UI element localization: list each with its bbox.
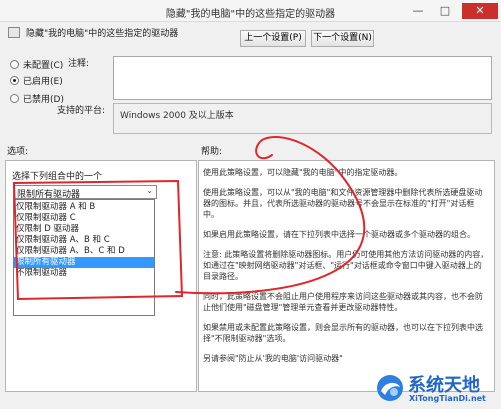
drive-dropdown-list: 仅限制驱动器 A 和 B 仅限制驱动器 C 仅限制 D 驱动器 仅限制驱动器 A… — [13, 199, 155, 316]
watermark-logo-icon — [377, 375, 403, 401]
radio-label: 已启用(E) — [23, 77, 63, 87]
radio-circle[interactable] — [10, 60, 19, 69]
options-section-label: 选项: — [7, 147, 29, 157]
options-title: 选择下列组合中的一个 — [12, 172, 103, 182]
help-panel: 使用此策略设置，可以隐藏"我的电脑"中的指定驱动器。 使用此策略设置，可以从"我… — [198, 160, 495, 392]
help-paragraph: 如果禁用或未配置此策略设置，则会显示所有的驱动器，也可以在下拉列表中选择"不限制… — [203, 323, 483, 343]
minimize-button[interactable]: — — [405, 3, 431, 19]
maximize-button[interactable]: □ — [432, 3, 458, 19]
help-paragraph: 同时，此策略设置不会阻止用户使用程序来访问这些驱动器或其内容，也不会防止他们使用… — [203, 292, 483, 312]
radio-label: 未配置(C) — [23, 61, 64, 71]
watermark: 系统天地 XiTongTianDi.net — [375, 370, 497, 406]
policy-icon — [8, 27, 20, 38]
previous-setting-button[interactable]: 上一个设置(P) — [240, 30, 306, 47]
dropdown-option[interactable]: 仅限制 D 驱动器 — [14, 224, 154, 235]
title-bar: 隐藏"我的电脑"中的这些指定的驱动器 — □ ✕ — [0, 0, 501, 22]
drive-select[interactable]: 限制所有驱动器 ⌄ — [13, 185, 157, 200]
dropdown-option[interactable]: 不限制驱动器 — [14, 268, 154, 279]
radio-circle-checked[interactable] — [10, 76, 19, 85]
dropdown-option-selected[interactable]: 限制所有驱动器 — [14, 257, 154, 268]
close-button[interactable]: ✕ — [462, 3, 498, 19]
radio-circle[interactable] — [10, 94, 19, 103]
platform-value: Windows 2000 及以上版本 — [120, 111, 234, 121]
help-paragraph: 使用此策略设置，可以隐藏"我的电脑"中的指定驱动器。 — [203, 168, 403, 177]
help-paragraph: 另请参阅"防止从'我的电脑'访问驱动器" — [203, 354, 343, 363]
help-section-label: 帮助: — [201, 147, 223, 157]
options-panel: 选择下列组合中的一个 限制所有驱动器 ⌄ 仅限制驱动器 A 和 B 仅限制驱动器… — [5, 160, 197, 392]
comment-textarea[interactable] — [113, 56, 492, 100]
watermark-url: XiTongTianDi.net — [409, 394, 486, 403]
dropdown-option[interactable]: 仅限制驱动器 A 和 B — [14, 202, 154, 213]
policy-name: 隐藏"我的电脑"中的这些指定的驱动器 — [26, 29, 179, 39]
next-setting-button[interactable]: 下一个设置(N) — [311, 30, 374, 47]
help-paragraph: 注意: 此策略设置将删除驱动器图标。用户仍可使用其他方法访问驱动器的内容，如通过… — [203, 250, 489, 281]
dropdown-option[interactable]: 仅限制驱动器 A、B、C 和 D — [14, 246, 154, 257]
platform-box: Windows 2000 及以上版本 — [113, 103, 492, 134]
comment-label: 注释: — [68, 59, 90, 69]
platform-label: 支持的平台: — [57, 106, 106, 116]
dropdown-option[interactable]: 仅限制驱动器 A、B 和 C — [14, 235, 154, 246]
chevron-down-icon[interactable]: ⌄ — [146, 186, 153, 195]
help-paragraph: 使用此策略设置，可以从"我的电脑"和文件资源管理器中删除代表所选硬盘驱动器的图标… — [203, 188, 483, 219]
dropdown-option[interactable]: 仅限制驱动器 C — [14, 213, 154, 224]
help-paragraph: 如果启用此策略设置，请在下拉列表中选择一个驱动器或多个驱动器的组合。 — [203, 230, 475, 239]
